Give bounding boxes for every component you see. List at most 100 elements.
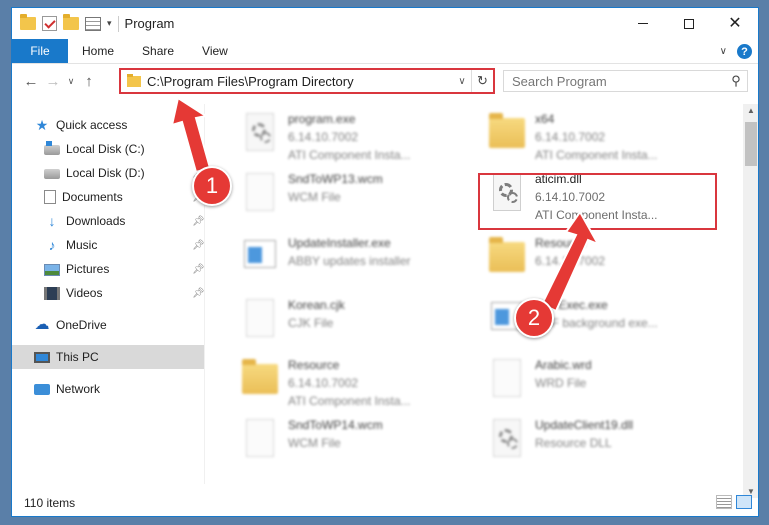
nav-item-network[interactable]: Network [34,377,100,401]
file-item-program-exe[interactable]: program.exe 6.14.10.7002 ATI Component Ins… [240,108,475,164]
file-item-x64-folder[interactable]: x64 6.14.10.7002 ATI Component Insta... [487,108,722,164]
details-view-icon[interactable] [716,495,732,509]
recent-locations-dropdown-icon[interactable]: ∨ [64,76,78,87]
nav-item-local-disk-c[interactable]: Local Disk (C:) 📌︎ [44,137,214,161]
file-item-resource-folder[interactable]: Resource 6.14.10.7002 [487,232,722,288]
file-item-updateclient19[interactable]: UpdateClient19.dll Resource DLL [487,414,722,470]
pictures-icon [44,263,60,276]
help-icon[interactable]: ? [737,44,752,59]
downloads-icon: ↓ [48,213,56,229]
new-folder-icon[interactable] [63,14,79,30]
nav-item-music[interactable]: ♪ Music 📌︎ [44,233,214,257]
up-arrow-icon[interactable]: ↑ [78,73,100,90]
nav-item-quick-access[interactable]: ★ Quick access [34,113,128,137]
file-type: ATI Component Insta... [288,394,411,408]
nav-item-label: Pictures [66,262,110,276]
documents-icon [44,190,56,204]
videos-icon [44,286,60,300]
properties-icon[interactable] [85,16,101,31]
nav-item-label: Local Disk (D:) [66,166,145,180]
nav-item-onedrive[interactable]: ☁ OneDrive [34,313,107,337]
file-detail: Resource DLL [535,436,612,450]
search-input[interactable] [512,73,725,89]
file-name: SndToWP13.wcm [288,172,383,186]
pin-icon[interactable]: 📌︎ [192,240,205,251]
blank-file-icon [240,170,280,218]
music-icon: ♪ [48,237,56,253]
nav-item-label: Downloads [66,214,126,228]
file-detail: CJK File [288,316,334,330]
pin-icon[interactable]: 📌︎ [192,144,205,155]
minimize-button[interactable] [620,8,666,39]
pin-icon[interactable]: 📌︎ [192,216,205,227]
file-detail: WCM File [288,190,341,204]
address-dropdown-icon[interactable]: ∨ [453,76,471,87]
nav-item-label: This PC [56,350,99,364]
nav-item-videos[interactable]: Videos 📌︎ [44,281,214,305]
blank-file-icon [240,296,280,344]
address-bar[interactable]: C:\Program Files\Program Directory ∨ ↻ [119,68,495,94]
customize-toolbar-dropdown-icon[interactable]: ▾ [107,18,112,29]
gear-file-icon [487,416,527,464]
nav-item-label: Documents [62,190,123,204]
file-item-updateinstaller[interactable]: UpdateInstaller.exe ABBY updates installe… [240,232,475,288]
search-box[interactable]: ⚲ [503,70,748,92]
window-title: Program [124,16,175,31]
expand-ribbon-chevron-icon[interactable]: ∨ [720,46,727,57]
nav-item-label: Local Disk (C:) [66,142,145,156]
nav-item-this-pc[interactable]: This PC [12,345,204,369]
exe-file-icon [240,234,280,282]
nav-item-label: Music [66,238,98,252]
nav-item-documents[interactable]: Documents 📌︎ [44,185,214,209]
tab-file[interactable]: File [12,39,68,63]
file-item-sndtowp13[interactable]: SndToWP13.wcm WCM File [240,168,475,224]
scroll-up-arrow-icon[interactable]: ▲ [743,106,758,115]
nav-item-label: OneDrive [56,318,107,332]
file-name: SndToWP14.wcm [288,418,383,432]
file-item-sndtowp14[interactable]: SndToWP14.wcm WCM File [240,414,475,470]
file-item-resource-folder-2[interactable]: Resource 6.14.10.7002 ATI Component Insta.… [240,354,475,410]
file-item-arabic-wrd[interactable]: Arabic.wrd WRD File [487,354,722,410]
pin-icon[interactable]: 📌︎ [192,264,205,275]
tab-share[interactable]: Share [128,39,188,63]
address-path[interactable]: C:\Program Files\Program Directory [147,74,453,89]
tab-home[interactable]: Home [68,39,128,63]
address-row: ← → ∨ ↑ C:\Program Files\Program Directo… [12,65,758,97]
network-icon [34,384,50,395]
file-list: program.exe 6.14.10.7002 ATI Component Ins… [212,104,737,484]
refresh-icon[interactable]: ↻ [471,70,493,92]
folder-icon [240,356,280,404]
title-separator [117,15,119,32]
pin-icon[interactable]: 📌︎ [192,288,205,299]
tiles-view-icon[interactable] [736,495,752,509]
file-name: Arabic.wrd [535,358,592,372]
search-icon[interactable]: ⚲ [725,73,747,89]
blank-file-icon [487,356,527,404]
close-icon: ✕ [728,14,742,32]
file-detail: WCM File [288,436,341,450]
maximize-button[interactable] [666,8,712,39]
folder-icon [487,110,527,158]
close-button[interactable]: ✕ [712,8,758,39]
gear-file-icon [240,110,280,158]
tab-view[interactable]: View [188,39,242,63]
vertical-scrollbar[interactable]: ▲ ▼ [743,104,758,498]
nav-item-local-disk-d[interactable]: Local Disk (D:) 📌︎ [44,161,214,185]
file-name: FineExec.exe [535,298,608,312]
file-detail: WRD File [535,376,587,390]
local-disk-icon [44,141,60,155]
navigation-pane: ★ Quick access Local Disk (C:) 📌︎ Local … [12,104,205,484]
ribbon-tabs: File Home Share View ∨ ? [12,39,758,64]
forward-arrow-icon[interactable]: → [42,73,64,90]
scrollbar-thumb[interactable] [745,122,757,166]
properties-check-icon[interactable] [42,16,57,31]
nav-item-pictures[interactable]: Pictures 📌︎ [44,257,214,281]
file-item-korean-cjk[interactable]: Korean.cjk CJK File [240,294,475,350]
nav-item-downloads[interactable]: ↓ Downloads 📌︎ [44,209,214,233]
back-arrow-icon[interactable]: ← [20,73,42,90]
folder-icon [20,14,36,30]
onedrive-icon: ☁ [34,316,50,333]
file-detail: 6.14.10.7002 [535,130,606,144]
folder-icon [487,234,527,282]
aticim-highlight-box [478,173,717,230]
